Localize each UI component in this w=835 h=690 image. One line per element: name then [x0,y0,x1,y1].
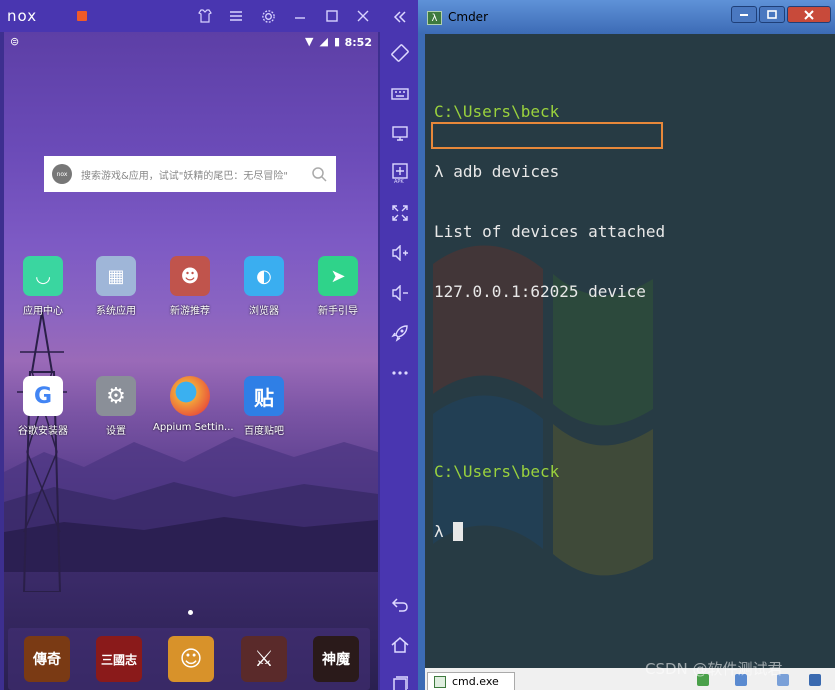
device-line: 127.0.0.1:62025 device [434,282,646,301]
system-apps-folder-icon: ▦ [96,256,136,296]
nox-logo: nox [7,7,38,25]
output-line: List of devices attached [434,222,666,241]
app-label: 新游推荐 [170,306,210,317]
dock-game-warrior-icon[interactable]: ⚔ [241,636,287,682]
app-system-apps[interactable]: ▦ 系统应用 [79,256,153,317]
app-label: 应用中心 [23,306,63,317]
home-icon[interactable] [389,634,411,656]
app-label: 系统应用 [96,306,136,317]
app-label: 浏览器 [249,306,279,317]
rocket-icon[interactable] [389,322,411,344]
nox-badge-icon [77,11,88,21]
more-icon[interactable] [389,362,411,384]
app-google-installer[interactable]: G 谷歌安装器 [6,376,80,437]
app-beginner-guide[interactable]: ➤ 新手引导 [301,256,375,317]
menu-icon[interactable] [226,6,246,26]
prompt-lambda: λ [434,522,454,541]
console-tab-icon [434,675,446,688]
wifi-icon: ▼ [305,35,314,48]
app-new-games[interactable]: ☻ 新游推荐 [153,256,227,317]
screen-icon[interactable] [389,122,411,144]
sync-icon: ⊜ [10,35,20,48]
settings-icon: ⚙ [96,376,136,416]
collapse-chevrons-icon[interactable] [389,6,411,28]
install-apk-icon[interactable]: APK [389,162,411,184]
android-status-bar: ⊜ ▼ ◢ ▮ 8:52 [4,32,378,54]
app-dock: 傳奇 三國志 ☺ ⚔ 神魔 [8,628,370,690]
cmder-window: λ Cmder C:\Users\beck λ adb devices List… [418,0,835,690]
tieba-icon: 贴 [244,376,284,416]
close-icon[interactable] [353,6,373,26]
guide-arrow-icon: ➤ [318,256,358,296]
cmder-lambda-icon: λ [427,11,442,25]
app-label: 谷歌安装器 [18,426,68,437]
wallpaper-power-tower [17,312,67,592]
close-button[interactable] [787,6,831,23]
terminal-console[interactable]: C:\Users\beck λ adb devices List of devi… [425,34,835,668]
skin-icon[interactable] [195,6,215,26]
window-title: Cmder [448,10,489,24]
nox-titlebar[interactable]: nox [0,0,380,32]
app-appium-settings[interactable]: ◔ Appium Settin... [153,376,234,433]
nox-emulator-window: nox ⊜ ▼ ◢ ▮ 8:52 nox 搜索游戏&应用，试试"妖精的尾巴：无尽… [0,0,418,690]
search-placeholder[interactable]: 搜索游戏&应用，试试"妖精的尾巴：无尽冒险" [81,167,308,182]
app-settings[interactable]: ⚙ 设置 [79,376,153,437]
command-line: λ adb devices [434,162,560,181]
status-time: 8:52 [344,36,372,49]
menu-dropdown-icon[interactable] [809,674,821,686]
volume-down-icon[interactable] [389,282,411,304]
search-icon[interactable] [308,163,330,185]
minimize-button[interactable] [731,6,757,23]
nox-toolbar: APK [380,0,418,690]
google-icon: G [23,376,63,416]
app-baidu-tieba[interactable]: 贴 百度贴吧 [227,376,301,437]
app-label: 新手引导 [318,306,358,317]
back-icon[interactable] [389,594,411,616]
status-icons: ▼ ◢ ▮ [305,35,340,48]
desktop: nox ⊜ ▼ ◢ ▮ 8:52 nox 搜索游戏&应用，试试"妖精的尾巴：无尽… [0,0,835,690]
cmder-titlebar[interactable]: λ Cmder [418,0,835,34]
dock-game-shenmo-icon[interactable]: 神魔 [313,636,359,682]
nox-search-logo-icon: nox [52,164,72,184]
device-highlight-box [431,122,663,149]
svg-text:APK: APK [394,179,404,183]
prompt-path-line: C:\Users\beck [434,102,560,121]
battery-icon: ▮ [333,35,340,48]
app-label: Appium Settin... [153,422,234,433]
new-games-icon: ☻ [170,256,210,296]
app-label: 设置 [106,426,126,437]
app-browser[interactable]: ◐ 浏览器 [227,256,301,317]
csdn-watermark: CSDN @软件测试君 [645,660,783,678]
app-label: 百度贴吧 [244,426,284,437]
app-app-center[interactable]: ◡ 应用中心 [6,256,80,317]
fullscreen-icon[interactable] [389,202,411,224]
dock-game-cartoon-icon[interactable]: ☺ [168,636,214,682]
app-center-icon: ◡ [23,256,63,296]
appium-icon: ◔ [170,376,210,416]
rotate-screen-icon[interactable] [389,42,411,64]
browser-icon: ◐ [244,256,284,296]
app-search-bar[interactable]: nox 搜索游戏&应用，试试"妖精的尾巴：无尽冒险" [44,156,336,192]
prompt-path-line: C:\Users\beck [434,462,560,481]
settings-gear-icon[interactable] [258,6,278,26]
android-screen[interactable]: ⊜ ▼ ◢ ▮ 8:52 nox 搜索游戏&应用，试试"妖精的尾巴：无尽冒险" … [4,32,378,690]
maximize-button[interactable] [759,6,785,23]
tab-label: cmd.exe [452,675,499,688]
recent-apps-icon[interactable] [389,672,411,690]
maximize-icon[interactable] [322,6,342,26]
dock-game-chuanqi-icon[interactable]: 傳奇 [24,636,70,682]
active-prompt-line[interactable]: λ [434,522,665,542]
keyboard-icon[interactable] [389,82,411,104]
tab-cmd-exe[interactable]: cmd.exe [427,672,515,690]
text-cursor [453,522,464,541]
volume-up-icon[interactable] [389,242,411,264]
page-indicator-dot [188,610,193,615]
signal-icon: ◢ [319,35,328,48]
minimize-icon[interactable] [290,6,310,26]
dock-game-sanguozhi-icon[interactable]: 三國志 [96,636,142,682]
